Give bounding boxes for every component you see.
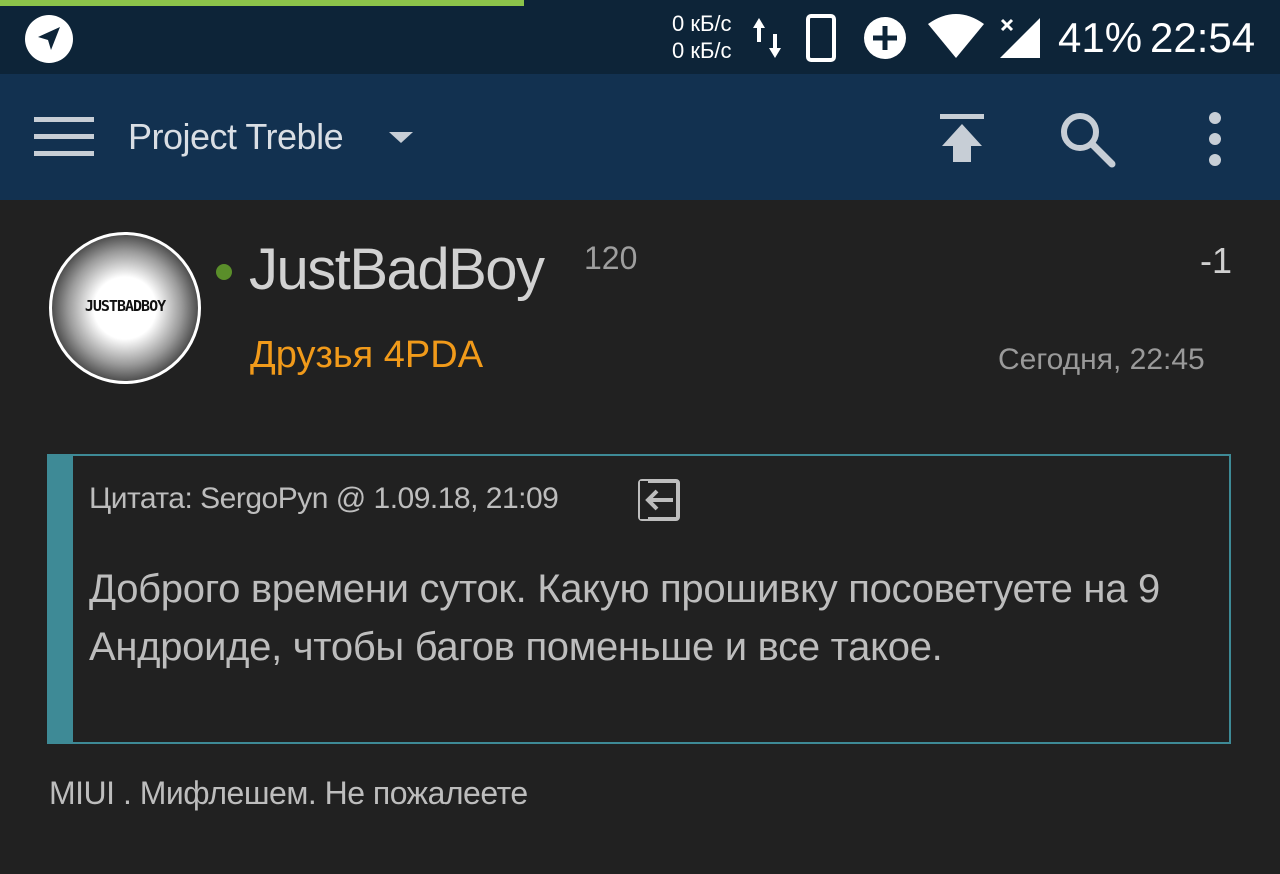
net-down-speed: 0 кБ/с (672, 38, 732, 63)
quote-text: Доброго времени суток. Какую прошивку по… (89, 567, 1160, 669)
username[interactable]: JustBadBoy (249, 236, 545, 303)
wifi-icon (928, 14, 984, 58)
status-bar: 0 кБ/с 0 кБ/с 41% 22:54 (0, 0, 1280, 74)
net-up-speed: 0 кБ/с (672, 11, 732, 36)
user-reputation[interactable]: 120 (584, 240, 637, 277)
quote-block: Цитата: SergoPyn @ 1.09.18, 21:09 Доброг… (47, 454, 1231, 744)
post-rating[interactable]: -1 (1200, 240, 1232, 282)
quote-accent-bar (49, 456, 73, 742)
battery-level: 41% (1058, 14, 1143, 61)
signal-icon (1000, 18, 1040, 58)
avatar-text: JUSTBADBOY (84, 297, 166, 315)
menu-icon[interactable] (34, 115, 94, 159)
search-icon[interactable] (1058, 110, 1118, 170)
post-body: MIUI . Мифлешем. Не пожалеете (49, 775, 528, 811)
post-date: Сегодня, 22:45 (998, 343, 1205, 376)
clock: 22:54 (1150, 14, 1256, 61)
data-updown-icon (753, 18, 781, 58)
network-speed: 0 кБ/с 0 кБ/с (672, 10, 732, 64)
quote-header: Цитата: SergoPyn @ 1.09.18, 21:09 (89, 482, 559, 515)
more-icon[interactable] (1200, 110, 1230, 168)
quote-goto-icon[interactable] (637, 478, 681, 522)
toolbar-title[interactable]: Project Treble (128, 116, 344, 158)
user-group: Друзья 4PDA (250, 334, 484, 376)
navigation-icon (25, 15, 73, 63)
app-toolbar: Project Treble (0, 74, 1280, 200)
phone-icon (806, 14, 836, 62)
online-status-dot (216, 264, 232, 280)
loading-progress-line (0, 0, 524, 6)
data-saver-icon (864, 17, 906, 59)
dropdown-icon[interactable] (386, 129, 416, 145)
avatar[interactable]: JUSTBADBOY (49, 232, 201, 384)
scroll-top-icon[interactable] (938, 112, 986, 164)
